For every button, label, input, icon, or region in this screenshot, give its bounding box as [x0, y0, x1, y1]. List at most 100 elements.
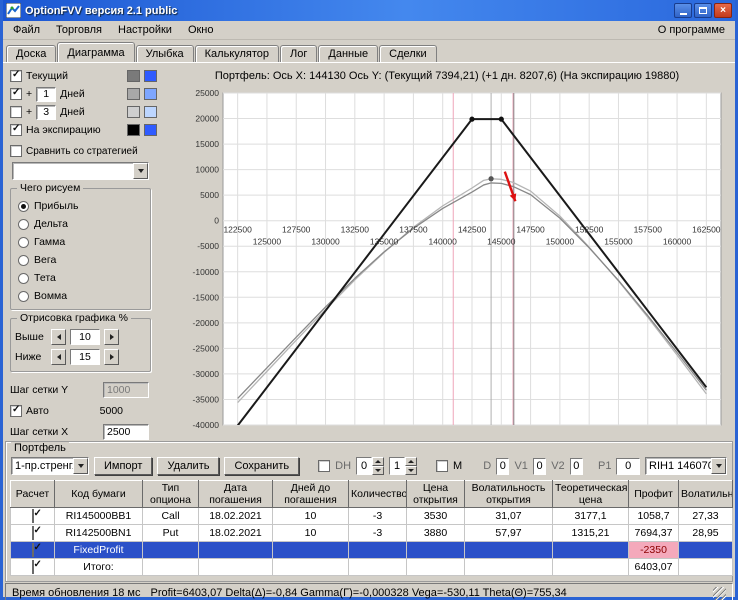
app-window: OptionFVV версия 2.1 public × Файл Торго…	[0, 0, 738, 600]
radio-gamma[interactable]	[18, 237, 29, 248]
arrow-left-icon	[57, 334, 61, 340]
menu-about[interactable]: О программе	[650, 22, 733, 38]
row-calc-checkbox[interactable]	[32, 560, 34, 574]
cell-expiry: 18.02.2021	[199, 508, 273, 525]
menu-trade[interactable]: Торговля	[48, 22, 110, 38]
col-theor-price[interactable]: Теоретическая цена	[553, 481, 629, 508]
col-vol[interactable]: Волатильность	[679, 481, 733, 508]
plus1day-swatch-2[interactable]	[144, 88, 157, 100]
tab-doska[interactable]: Доска	[6, 45, 56, 62]
instrument-select[interactable]: RIH1 146070	[645, 457, 727, 475]
d-field-input[interactable]: 0	[496, 458, 509, 475]
col-type[interactable]: Тип опциона	[143, 481, 199, 508]
radio-delta[interactable]	[18, 219, 29, 230]
grid-step-y-label: Шаг сетки Y	[10, 384, 103, 396]
import-button[interactable]: Импорт	[94, 457, 152, 475]
cell-expiry	[199, 542, 273, 559]
strategy-select-dropdown-button[interactable]	[73, 458, 88, 474]
plus1day-checkbox[interactable]	[10, 88, 22, 100]
expiration-series-label: На экспирацию	[26, 124, 101, 136]
radio-vomma[interactable]	[18, 291, 29, 302]
current-series-swatch-2[interactable]	[144, 70, 157, 82]
table-row[interactable]: RI142500BN1 Put 18.02.2021 10 -3 3880 57…	[11, 525, 733, 542]
grid-step-x-input[interactable]: 2500	[103, 424, 149, 440]
close-button[interactable]: ×	[714, 3, 732, 18]
compare-strategy-dropdown-button[interactable]	[133, 163, 148, 179]
range-above-increase-button[interactable]	[104, 329, 119, 345]
v2-field-input[interactable]: 0	[570, 458, 583, 475]
maximize-button[interactable]	[694, 3, 712, 18]
statusbar: Время обновления 18 мс Profit=6403,07 De…	[5, 583, 733, 600]
v1-field-input[interactable]: 0	[533, 458, 546, 475]
strategy-select[interactable]: 1-пр.стренгл	[11, 457, 89, 475]
col-code[interactable]: Код бумаги	[55, 481, 143, 508]
resize-grip[interactable]	[713, 587, 726, 600]
tab-log[interactable]: Лог	[280, 45, 317, 62]
range-above-decrease-button[interactable]	[51, 329, 66, 345]
dh-checkbox[interactable]	[318, 460, 330, 472]
range-above-input[interactable]: 10	[70, 329, 100, 345]
tab-kalkulyator[interactable]: Калькулятор	[195, 45, 279, 62]
cell-qty: -3	[349, 525, 407, 542]
svg-text:145000: 145000	[487, 237, 516, 247]
radio-theta[interactable]	[18, 273, 29, 284]
col-raschet[interactable]: Расчет	[11, 481, 55, 508]
expiration-series-swatch-2[interactable]	[144, 124, 157, 136]
expiration-series-swatch-1[interactable]	[127, 124, 140, 136]
plus3day-swatch-1[interactable]	[127, 106, 140, 118]
tab-diagramma[interactable]: Диаграмма	[57, 42, 134, 62]
row-calc-checkbox[interactable]	[32, 509, 34, 523]
spinner-up-button[interactable]	[372, 457, 384, 466]
col-open-vol[interactable]: Волатильность открытия	[465, 481, 553, 508]
menu-settings[interactable]: Настройки	[110, 22, 180, 38]
current-series-checkbox[interactable]	[10, 70, 22, 82]
instrument-select-dropdown-button[interactable]	[711, 458, 726, 474]
payoff-chart[interactable]: 2500020000150001000050000-5000-10000-150…	[179, 85, 727, 433]
plus1day-input[interactable]: 1	[36, 87, 56, 102]
row-calc-checkbox[interactable]	[32, 526, 34, 540]
grid-step-y-input[interactable]: 1000	[103, 382, 149, 398]
menu-window[interactable]: Окно	[180, 22, 222, 38]
menu-file[interactable]: Файл	[5, 22, 48, 38]
col-qty[interactable]: Количество	[349, 481, 407, 508]
col-profit[interactable]: Профит	[629, 481, 679, 508]
spinner-down-button[interactable]	[372, 466, 384, 475]
table-row-total[interactable]: Итого: 6403,07	[11, 559, 733, 576]
m-checkbox[interactable]	[436, 460, 448, 472]
compare-strategy-select[interactable]	[12, 162, 149, 180]
tab-sdelki[interactable]: Сделки	[379, 45, 437, 62]
range-below-input[interactable]: 15	[70, 349, 100, 365]
plus3day-input[interactable]: 3	[36, 105, 56, 120]
table-row[interactable]: RI145000BB1 Call 18.02.2021 10 -3 3530 3…	[11, 508, 733, 525]
tab-ulybka[interactable]: Улыбка	[136, 45, 194, 62]
minimize-button[interactable]	[674, 3, 692, 18]
spinner-down-button[interactable]	[405, 466, 417, 475]
spinner-up-button[interactable]	[405, 457, 417, 466]
window-controls: ×	[674, 3, 732, 18]
radio-profit[interactable]	[18, 201, 29, 212]
range-below-decrease-button[interactable]	[51, 349, 66, 365]
save-button[interactable]: Сохранить	[224, 457, 299, 475]
current-series-swatch-1[interactable]	[127, 70, 140, 82]
svg-text:-20000: -20000	[193, 318, 220, 328]
table-row-selected[interactable]: FixedProfit -2350	[11, 542, 733, 559]
plus3day-checkbox[interactable]	[10, 106, 22, 118]
row-calc-checkbox[interactable]	[32, 543, 34, 557]
col-days[interactable]: Дней до погашения	[273, 481, 349, 508]
dh-spinner-1[interactable]: 0	[356, 457, 384, 475]
plus3day-swatch-2[interactable]	[144, 106, 157, 118]
col-expiry[interactable]: Дата погашения	[199, 481, 273, 508]
auto-grid-checkbox[interactable]	[10, 405, 22, 417]
range-below-increase-button[interactable]	[104, 349, 119, 365]
dh-spinner-2[interactable]: 1	[389, 457, 417, 475]
compare-strategy-checkbox[interactable]	[10, 145, 22, 157]
cell-qty: -3	[349, 508, 407, 525]
radio-vega[interactable]	[18, 255, 29, 266]
delete-button[interactable]: Удалить	[157, 457, 219, 475]
p1-field-input[interactable]: 0	[616, 458, 640, 475]
col-open-price[interactable]: Цена открытия	[407, 481, 465, 508]
tab-dannye[interactable]: Данные	[318, 45, 378, 62]
plus1day-swatch-1[interactable]	[127, 88, 140, 100]
svg-text:150000: 150000	[546, 237, 575, 247]
expiration-series-checkbox[interactable]	[10, 124, 22, 136]
